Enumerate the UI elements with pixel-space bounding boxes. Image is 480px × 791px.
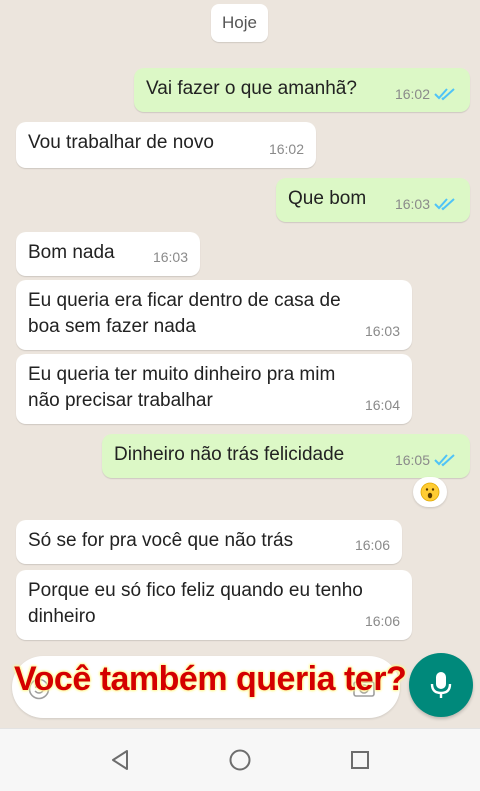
nav-back-button[interactable] [106, 746, 134, 774]
system-navigation-bar [0, 728, 480, 791]
message-time: 16:03 [394, 196, 430, 212]
message-text: Só se for pra você que não trás [28, 530, 294, 551]
message-time: 16:06 [364, 613, 400, 629]
message-time: 16:04 [364, 397, 400, 413]
message-bubble-incoming[interactable]: Bom nada 16:03 [16, 232, 200, 276]
message-meta: 16:06 [355, 532, 390, 558]
recents-square-icon [351, 751, 369, 769]
nav-recents-button[interactable] [346, 746, 374, 774]
mic-button[interactable] [409, 653, 473, 717]
message-meta: 16:02 [395, 81, 458, 107]
chat-area[interactable]: Hoje Vai fazer o que amanhã? 16:02 Vou t… [0, 0, 480, 728]
message-text: Eu queria ter muito dinheiro pra mim não… [28, 364, 336, 411]
message-bubble-incoming[interactable]: Eu queria era ficar dentro de casa de bo… [16, 280, 412, 350]
message-meta: 16:05 [395, 447, 458, 473]
message-meta: 16:02 [269, 136, 304, 162]
message-meta: 16:04 [365, 392, 400, 418]
message-time: 16:06 [354, 537, 390, 553]
message-bubble-outgoing[interactable]: Que bom 16:03 [276, 178, 470, 222]
date-chip: Hoje [211, 4, 268, 42]
message-meta: 16:03 [153, 244, 188, 270]
message-text: Porque eu só fico feliz quando eu tenho … [28, 580, 363, 627]
message-meta: 16:03 [395, 191, 458, 217]
message-bubble-incoming[interactable]: Vou trabalhar de novo 16:02 [16, 122, 316, 168]
message-meta: 16:03 [365, 318, 400, 344]
microphone-icon [430, 672, 452, 698]
message-time: 16:03 [364, 323, 400, 339]
message-bubble-outgoing[interactable]: Vai fazer o que amanhã? 16:02 [134, 68, 470, 112]
overlay-caption: Você também queria ter? [14, 660, 407, 698]
message-time: 16:02 [268, 141, 304, 157]
read-receipt-icon [434, 88, 455, 101]
back-triangle-icon [112, 750, 128, 770]
message-bubble-incoming[interactable]: Porque eu só fico feliz quando eu tenho … [16, 570, 412, 640]
message-time: 16:02 [394, 86, 430, 102]
home-circle-icon [229, 749, 251, 771]
date-label: Hoje [222, 13, 257, 32]
message-bubble-outgoing[interactable]: Dinheiro não trás felicidade 16:05 [102, 434, 470, 478]
message-text: Vou trabalhar de novo [28, 132, 214, 153]
message-meta: 16:06 [365, 608, 400, 634]
message-text: Eu queria era ficar dentro de casa de bo… [28, 290, 341, 337]
nav-home-button[interactable] [226, 746, 254, 774]
message-bubble-incoming[interactable]: Só se for pra você que não trás 16:06 [16, 520, 402, 564]
surprised-face-emoji-icon [420, 482, 440, 502]
message-reaction[interactable] [413, 477, 447, 507]
message-time: 16:05 [394, 452, 430, 468]
message-time: 16:03 [152, 249, 188, 265]
message-bubble-incoming[interactable]: Eu queria ter muito dinheiro pra mim não… [16, 354, 412, 424]
read-receipt-icon [434, 454, 455, 467]
read-receipt-icon [434, 198, 455, 211]
